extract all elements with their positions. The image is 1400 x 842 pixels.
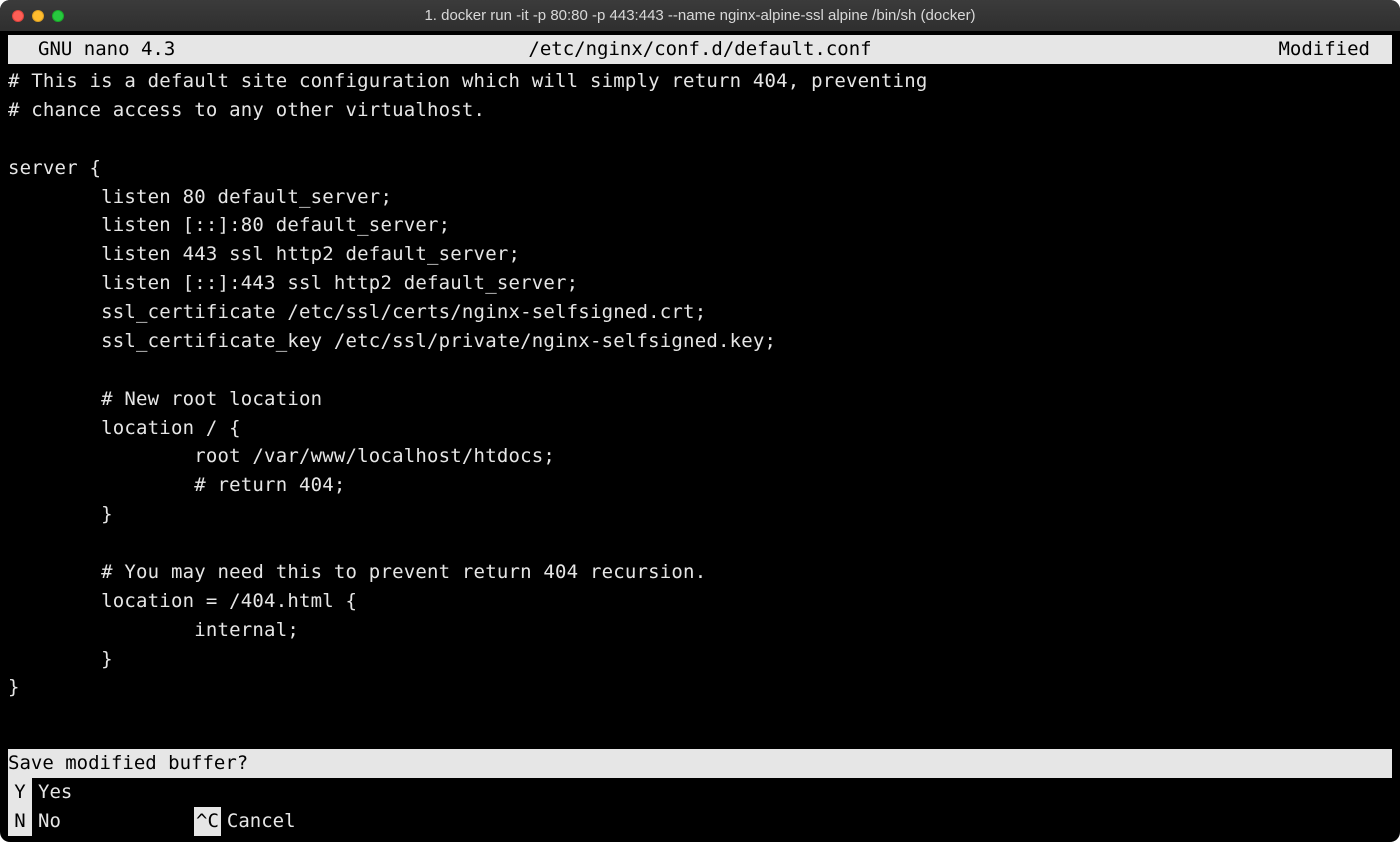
nano-header-bar: GNU nano 4.3 /etc/nginx/conf.d/default.c… — [8, 35, 1392, 64]
shortcut-cancel[interactable]: ^C Cancel — [194, 807, 494, 836]
shortcut-no[interactable]: N No — [8, 807, 194, 836]
zoom-icon[interactable] — [52, 10, 64, 22]
key-n: N — [8, 807, 32, 836]
terminal-window: 1. docker run -it -p 80:80 -p 443:443 --… — [0, 0, 1400, 842]
nano-app-label: GNU nano 4.3 — [38, 35, 175, 64]
window-titlebar: 1. docker run -it -p 80:80 -p 443:443 --… — [0, 0, 1400, 31]
window-title: 1. docker run -it -p 80:80 -p 443:443 --… — [0, 7, 1400, 24]
label-cancel: Cancel — [227, 810, 296, 832]
traffic-lights — [12, 10, 64, 22]
shortcut-yes[interactable]: Y Yes — [8, 778, 194, 807]
label-no: No — [38, 810, 61, 832]
nano-shortcuts: Y Yes N No ^C Cancel — [8, 778, 1392, 836]
minimize-icon[interactable] — [32, 10, 44, 22]
nano-editor-content[interactable]: # This is a default site configuration w… — [0, 64, 1400, 749]
close-icon[interactable] — [12, 10, 24, 22]
key-y: Y — [8, 778, 32, 807]
nano-prompt-bar: Save modified buffer? — [8, 749, 1392, 778]
nano-file-path: /etc/nginx/conf.d/default.conf — [8, 35, 1392, 64]
key-ctrl-c: ^C — [194, 807, 221, 836]
nano-status: Modified — [1278, 35, 1370, 64]
label-yes: Yes — [38, 781, 72, 803]
